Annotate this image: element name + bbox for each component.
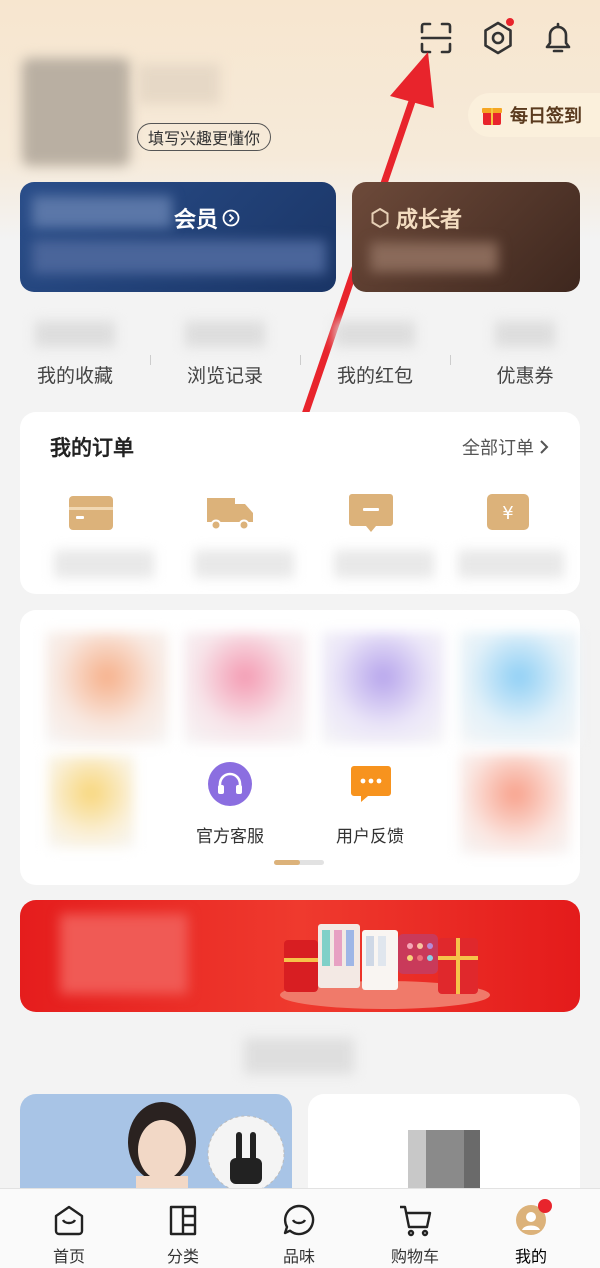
gift-box-icon	[482, 104, 502, 126]
order-status-review[interactable]	[334, 490, 434, 590]
quick-link-label: 我的收藏	[36, 365, 113, 387]
product-card[interactable]	[308, 1094, 580, 1194]
bottom-tab-bar: 首页 分类 品味 购物车 我的	[0, 1188, 600, 1268]
service-item[interactable]	[322, 632, 444, 744]
bell-icon[interactable]	[538, 18, 578, 58]
service-item[interactable]	[46, 632, 168, 744]
member-card[interactable]: 会员	[20, 182, 336, 292]
avatar[interactable]	[22, 58, 130, 166]
customer-service-button[interactable]: 官方客服	[180, 756, 280, 856]
taste-icon	[282, 1203, 316, 1237]
headset-icon	[208, 762, 252, 806]
orders-card: 我的订单 全部订单 ¥	[20, 412, 580, 594]
pending-payment-icon	[68, 494, 114, 532]
tab-cart[interactable]: 购物车	[360, 1189, 470, 1268]
tab-label: 购物车	[390, 1247, 439, 1266]
service-item[interactable]	[460, 632, 578, 744]
order-status-shipping[interactable]	[194, 490, 294, 590]
order-status-refund[interactable]: ¥	[458, 490, 564, 590]
tab-label: 我的	[514, 1247, 547, 1266]
growth-label: 成长者	[396, 208, 463, 233]
profile-badge	[538, 1199, 552, 1213]
quick-link-label: 浏览记录	[186, 365, 263, 387]
page-indicator	[274, 860, 324, 865]
daily-checkin-button[interactable]: 每日签到	[468, 93, 600, 137]
chat-bubble-icon	[350, 764, 392, 804]
pending-review-icon	[348, 492, 394, 534]
growth-progress-text	[370, 242, 498, 272]
product-image	[408, 1130, 480, 1194]
category-icon	[166, 1203, 200, 1237]
recommend-heading	[244, 1038, 354, 1074]
home-icon	[52, 1203, 86, 1237]
tab-profile[interactable]: 我的	[476, 1189, 586, 1268]
order-status-pending-payment[interactable]	[54, 490, 154, 590]
tab-taste[interactable]: 品味	[244, 1189, 354, 1268]
tab-category[interactable]: 分类	[128, 1189, 238, 1268]
customer-service-label: 官方客服	[196, 827, 264, 847]
quick-link-coupons[interactable]: 优惠券	[455, 315, 595, 395]
checkin-label: 每日签到	[510, 106, 582, 127]
divider	[450, 355, 451, 365]
all-orders-link[interactable]: 全部订单	[462, 434, 550, 460]
growth-card[interactable]: 成长者	[352, 182, 580, 292]
quick-link-history[interactable]: 浏览记录	[155, 315, 295, 395]
quick-links: 我的收藏 浏览记录 我的红包 优惠券	[0, 315, 600, 395]
quick-link-label: 我的红包	[336, 365, 413, 387]
member-benefit-text	[32, 240, 326, 274]
services-card: 官方客服 用户反馈	[20, 610, 580, 885]
member-level-text	[32, 196, 172, 228]
orders-title: 我的订单	[50, 436, 134, 460]
tab-label: 首页	[52, 1247, 85, 1266]
interest-chip[interactable]: 填写兴趣更懂你	[137, 123, 272, 151]
settings-badge	[504, 16, 516, 28]
service-item[interactable]	[184, 632, 306, 744]
chevron-right-icon	[538, 438, 550, 456]
cart-icon	[398, 1203, 432, 1237]
divider	[300, 355, 301, 365]
username[interactable]	[138, 64, 220, 104]
divider	[150, 355, 151, 365]
promo-banner[interactable]	[20, 900, 580, 1012]
product-image	[128, 1102, 285, 1194]
quick-link-favorites[interactable]: 我的收藏	[5, 315, 145, 395]
gift-products-image	[270, 900, 500, 1012]
tab-home[interactable]: 首页	[14, 1189, 124, 1268]
refund-yen-icon: ¥	[486, 492, 530, 532]
quick-link-red-packets[interactable]: 我的红包	[305, 315, 445, 395]
tab-label: 分类	[166, 1247, 199, 1266]
feedback-label: 用户反馈	[336, 827, 404, 847]
member-label: 会员	[174, 208, 219, 233]
promo-text	[60, 914, 188, 994]
shipping-truck-icon	[204, 492, 256, 534]
all-orders-label: 全部订单	[462, 438, 534, 459]
quick-link-label: 优惠券	[496, 365, 554, 387]
hexagon-icon	[370, 207, 390, 229]
service-item[interactable]	[48, 756, 134, 848]
product-card[interactable]	[20, 1094, 292, 1194]
tab-label: 品味	[282, 1247, 315, 1266]
feedback-button[interactable]: 用户反馈	[320, 756, 420, 856]
svg-text:¥: ¥	[502, 503, 513, 524]
service-item[interactable]	[460, 754, 570, 854]
chevron-circle-icon	[222, 209, 240, 227]
